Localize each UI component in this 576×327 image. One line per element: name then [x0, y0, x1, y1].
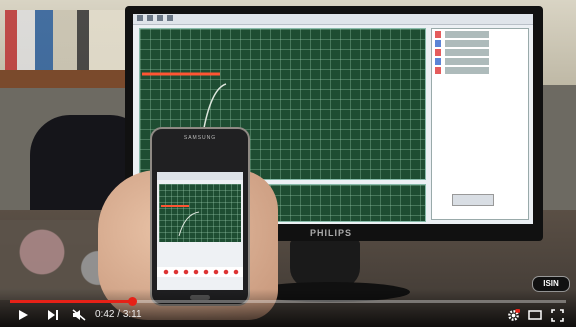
play-icon	[19, 310, 28, 320]
monitor-stand	[290, 240, 360, 288]
channel-panel	[431, 28, 529, 220]
play-button[interactable]	[14, 307, 32, 323]
phone-color-dots	[161, 269, 239, 275]
phone-white-trace	[178, 211, 200, 237]
panel-button	[452, 194, 494, 206]
settings-button[interactable]	[505, 307, 521, 323]
shelf-items	[5, 10, 125, 70]
progress-played	[10, 300, 133, 303]
shelf	[0, 70, 135, 88]
mute-button[interactable]	[70, 307, 88, 323]
phone-brand: SAMSUNG	[183, 135, 217, 141]
app-toolbar	[133, 14, 533, 25]
phone-plot	[159, 184, 241, 242]
next-button[interactable]	[44, 307, 62, 323]
next-icon	[48, 310, 58, 320]
time-display: 0:42 / 3:11	[95, 308, 142, 322]
monitor-brand: PHILIPS	[310, 228, 353, 238]
progress-bar[interactable]	[10, 297, 566, 306]
volume-muted-icon	[72, 309, 86, 321]
current-time: 0:42	[95, 309, 115, 320]
duration: 3:11	[122, 309, 142, 320]
progress-scrubber[interactable]	[128, 297, 138, 306]
video-frame: PHILIPS SAMSUNG	[0, 0, 576, 327]
settings-gear-icon	[507, 308, 520, 321]
fullscreen-icon	[550, 308, 564, 322]
phone-plot-traces	[161, 205, 200, 237]
phone-screen	[157, 172, 243, 290]
time-separator: /	[114, 309, 123, 320]
video-player[interactable]: PHILIPS SAMSUNG ISIN 0:42 / 3:11	[0, 0, 576, 327]
player-controls: 0:42 / 3:11	[0, 289, 576, 327]
theater-mode-icon	[528, 310, 542, 320]
smartphone: SAMSUNG	[150, 127, 250, 306]
fullscreen-button[interactable]	[549, 307, 565, 323]
theater-mode-button[interactable]	[527, 307, 543, 323]
phone-app-toolbar	[157, 172, 243, 180]
